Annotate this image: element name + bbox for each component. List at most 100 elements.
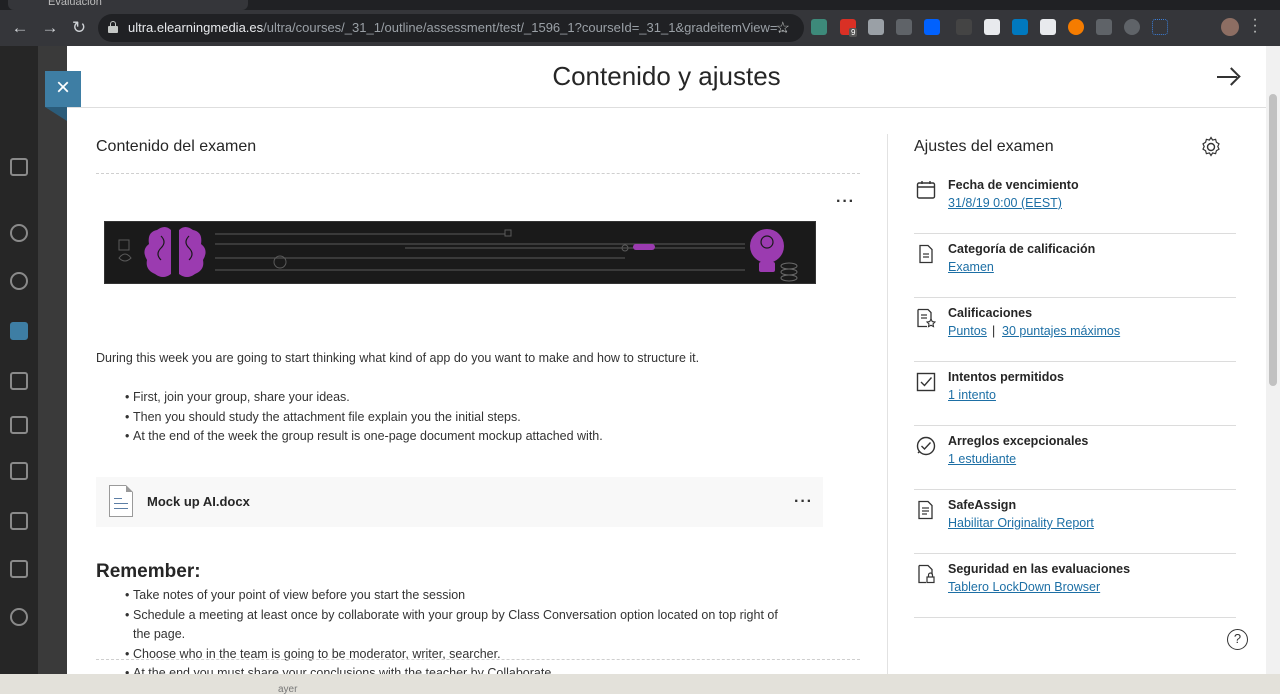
column-separator — [887, 134, 888, 674]
grading-separator: | — [992, 324, 996, 338]
setting-label: Arreglos excepcionales — [948, 434, 1089, 448]
safeassign-link[interactable]: Habilitar Originality Report — [948, 516, 1094, 530]
setting-grading: Calificaciones Puntos | 30 puntajes máxi… — [914, 298, 1236, 362]
page-scrollbar[interactable] — [1266, 46, 1280, 674]
tools-icon — [10, 560, 28, 578]
extension-blank-icon[interactable] — [1186, 19, 1202, 35]
attachment-item[interactable]: Mock up AI.docx ··· — [96, 477, 823, 527]
setting-assessment-security: Seguridad en las evaluaciones Tablero Lo… — [914, 554, 1236, 618]
extension-page-icon[interactable] — [984, 19, 1000, 35]
grade-category-link[interactable]: Examen — [948, 260, 994, 274]
lockdown-browser-link[interactable]: Tablero LockDown Browser — [948, 580, 1100, 594]
browser-tabstrip: Evaluación — [0, 0, 1280, 10]
setting-label: Calificaciones — [948, 306, 1033, 320]
calendar-icon — [916, 181, 936, 199]
browser-tab-title: Evaluación — [48, 0, 102, 8]
browser-menu-icon[interactable]: · · · — [1252, 12, 1258, 40]
close-button-fold — [45, 107, 67, 121]
institution-icon — [10, 158, 28, 176]
setting-label: Fecha de vencimiento — [948, 178, 1079, 192]
next-arrow-button[interactable] — [1213, 62, 1243, 92]
extension-dropbox-icon[interactable] — [924, 19, 940, 35]
setting-safeassign: SafeAssign Habilitar Originality Report — [914, 490, 1236, 554]
setting-label: Seguridad en las evaluaciones — [948, 562, 1131, 576]
lock-icon — [108, 21, 118, 34]
list-item: First, join your group, share your ideas… — [125, 388, 603, 408]
extension-compass-icon[interactable] — [1124, 19, 1140, 35]
messages-icon — [10, 462, 28, 480]
attachment-more-options-icon[interactable]: ··· — [794, 494, 813, 510]
lock-document-icon — [918, 564, 935, 584]
extension-mail-icon[interactable]: 9 — [840, 19, 858, 37]
background-activity-text: ayer — [278, 684, 298, 694]
extension-cast-icon[interactable] — [896, 19, 912, 35]
max-points-link[interactable]: 30 puntajes máximos — [1002, 324, 1120, 338]
setting-label: Categoría de calificación — [948, 242, 1096, 256]
extension-grid-icon[interactable] — [868, 19, 884, 35]
test-settings-column: Ajustes del examen Fecha de vencimiento … — [914, 108, 1236, 674]
extension-play-icon[interactable] — [1068, 19, 1084, 35]
background-left-nav — [0, 46, 38, 694]
extension-pdf-icon[interactable] — [1040, 19, 1056, 35]
setting-accommodations: Arreglos excepcionales 1 estudiante — [914, 426, 1236, 490]
setting-due-date: Fecha de vencimiento 31/8/19 0:00 (EEST) — [914, 170, 1236, 234]
extension-pocket-icon[interactable] — [1096, 19, 1112, 35]
list-item: At the end of the week the group result … — [125, 427, 603, 447]
setting-attempts: Intentos permitidos 1 intento — [914, 362, 1236, 426]
list-item: At the end you must share your conclusio… — [125, 664, 825, 674]
profile-icon — [10, 224, 28, 242]
help-button[interactable]: ? — [1227, 629, 1248, 650]
forward-arrow-icon[interactable]: → — [38, 16, 62, 40]
attachment-filename[interactable]: Mock up AI.docx — [147, 494, 250, 509]
reload-icon[interactable]: ↻ — [67, 16, 91, 40]
checkbox-icon — [916, 372, 936, 392]
address-bar[interactable]: ultra.elearningmedia.es/ultra/courses/_3… — [98, 14, 804, 42]
content-settings-panel: Contenido y ajustes Contenido del examen… — [67, 46, 1266, 674]
extension-trello-icon[interactable] — [1012, 19, 1028, 35]
browser-tab[interactable]: Evaluación — [8, 0, 248, 10]
scrollbar-thumb[interactable] — [1269, 94, 1277, 386]
bookmark-star-icon[interactable]: ☆ — [776, 18, 790, 38]
content-bottom-divider — [96, 659, 860, 660]
panel-header: Contenido y ajustes — [67, 46, 1266, 108]
document-icon — [919, 244, 933, 264]
setting-label: SafeAssign — [948, 498, 1017, 512]
organizations-icon — [10, 372, 28, 390]
safeassign-icon — [918, 500, 933, 520]
profile-avatar[interactable] — [1221, 18, 1239, 36]
back-arrow-icon[interactable]: ← — [8, 16, 32, 40]
list-item: Choose who in the team is going to be mo… — [125, 645, 825, 665]
extension-dark-icon[interactable] — [956, 19, 972, 35]
browser-toolbar: ← → ↻ ultra.elearningmedia.es/ultra/cour… — [0, 10, 1280, 46]
extension-s-icon[interactable] — [811, 19, 827, 35]
grades-icon — [10, 512, 28, 530]
list-item: Then you should study the attachment fil… — [125, 408, 603, 428]
signout-icon — [10, 608, 28, 626]
content-banner-image — [104, 221, 816, 284]
list-item: Take notes of your point of view before … — [125, 586, 825, 606]
remember-heading: Remember: — [96, 561, 201, 582]
content-intro-text: During this week you are going to start … — [96, 351, 700, 365]
attempts-link[interactable]: 1 intento — [948, 388, 996, 402]
close-panel-button[interactable]: × — [45, 71, 81, 107]
calendar-nav-icon — [10, 416, 28, 434]
accommodations-link[interactable]: 1 estudiante — [948, 452, 1016, 466]
courses-icon — [10, 322, 28, 340]
address-url[interactable]: ultra.elearningmedia.es/ultra/courses/_3… — [128, 20, 788, 35]
due-date-link[interactable]: 31/8/19 0:00 (EEST) — [948, 196, 1062, 210]
list-item-continuation: the page. — [133, 627, 186, 641]
globe-icon — [10, 272, 28, 290]
extension-dots-icon[interactable] — [1152, 19, 1168, 35]
settings-section-title: Ajustes del examen — [914, 138, 1054, 155]
remember-bullet-list: Take notes of your point of view before … — [125, 586, 825, 674]
content-divider — [96, 173, 860, 174]
background-bottom-strip — [0, 674, 1280, 694]
background-course-strip — [38, 46, 68, 674]
content-more-options-icon[interactable]: ··· — [836, 194, 855, 210]
test-content-column: Contenido del examen ··· During this wee… — [96, 108, 860, 674]
setting-label: Intentos permitidos — [948, 370, 1064, 384]
content-bullet-list: First, join your group, share your ideas… — [125, 388, 603, 447]
docx-file-icon — [109, 485, 133, 517]
grading-type-link[interactable]: Puntos — [948, 324, 987, 338]
gear-icon[interactable] — [1200, 136, 1222, 158]
